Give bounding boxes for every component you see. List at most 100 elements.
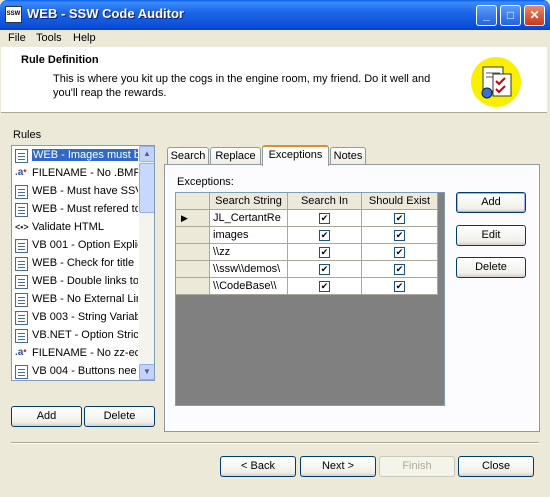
row-header[interactable] — [176, 244, 210, 261]
delete-exception-button[interactable]: Delete — [456, 257, 526, 278]
checkbox-checked-icon[interactable]: ✔ — [319, 281, 330, 292]
list-item-label: VB 004 - Buttons nee — [32, 365, 137, 377]
title-bar[interactable]: SSW WEB - SSW Code Auditor _ □ ✕ — [0, 0, 550, 30]
cell-should-exist[interactable]: ✔ — [362, 278, 438, 295]
cell-search-string[interactable]: \\CodeBase\\ — [210, 278, 288, 295]
filename-icon: .a* — [15, 347, 27, 358]
list-item[interactable]: <•> Validate HTML — [12, 219, 138, 237]
list-item-label: WEB - No External Lin — [32, 293, 138, 305]
current-row-arrow-icon: ▶ — [181, 213, 188, 223]
list-item[interactable]: WEB - Check for title — [12, 255, 138, 273]
document-icon — [15, 185, 28, 199]
checkbox-checked-icon[interactable]: ✔ — [319, 213, 330, 224]
menu-tools[interactable]: Tools — [36, 32, 62, 44]
row-header[interactable] — [176, 278, 210, 295]
checkbox-checked-icon[interactable]: ✔ — [394, 281, 405, 292]
list-item[interactable]: WEB - No External Lin — [12, 291, 138, 309]
list-item[interactable]: WEB - Must have SSV — [12, 183, 138, 201]
checkbox-checked-icon[interactable]: ✔ — [394, 230, 405, 241]
list-item[interactable]: .a* FILENAME - No .BMP — [12, 165, 138, 183]
checkbox-checked-icon[interactable]: ✔ — [394, 264, 405, 275]
menu-file[interactable]: File — [8, 32, 26, 44]
rules-scrollbar[interactable]: ▲ ▼ — [139, 146, 154, 380]
cell-search-string[interactable]: \\zz — [210, 244, 288, 261]
cell-should-exist[interactable]: ✔ — [362, 227, 438, 244]
cell-search-in[interactable]: ✔ — [288, 261, 362, 278]
main-window: SSW WEB - SSW Code Auditor _ □ ✕ File To… — [0, 0, 550, 497]
list-item-label: WEB - Check for title — [32, 257, 135, 269]
finish-button[interactable]: Finish — [379, 456, 455, 477]
row-header[interactable] — [176, 227, 210, 244]
maximize-button[interactable]: □ — [500, 5, 521, 26]
tab-search[interactable]: Search — [167, 147, 209, 165]
checkbox-checked-icon[interactable]: ✔ — [394, 247, 405, 258]
list-item[interactable]: .a* FILENAME - No zz-ec — [12, 345, 138, 363]
cell-search-string[interactable]: images — [210, 227, 288, 244]
row-header[interactable] — [176, 261, 210, 278]
cell-search-in[interactable]: ✔ — [288, 278, 362, 295]
minimize-button[interactable]: _ — [476, 5, 497, 26]
menu-help[interactable]: Help — [73, 32, 96, 44]
document-icon — [15, 365, 28, 379]
list-item-label: VB 003 - String Variab — [32, 311, 138, 323]
document-icon — [15, 293, 28, 307]
edit-exception-button[interactable]: Edit — [456, 225, 526, 246]
close-button[interactable]: Close — [458, 456, 534, 477]
add-rule-button[interactable]: Add — [11, 406, 82, 427]
rules-list[interactable]: WEB - Images must be .a* FILENAME - No .… — [11, 145, 155, 381]
checkbox-checked-icon[interactable]: ✔ — [319, 247, 330, 258]
checkbox-checked-icon[interactable]: ✔ — [394, 213, 405, 224]
exceptions-grid[interactable]: Search String Search In Should Exist ▶ J… — [175, 192, 445, 406]
tab-replace[interactable]: Replace — [210, 147, 261, 165]
cell-should-exist[interactable]: ✔ — [362, 261, 438, 278]
column-header-search-in[interactable]: Search In — [288, 193, 362, 210]
cell-search-in[interactable]: ✔ — [288, 227, 362, 244]
column-header-should-exist[interactable]: Should Exist — [362, 193, 438, 210]
row-header[interactable]: ▶ — [176, 210, 210, 227]
page-title: Rule Definition — [21, 54, 99, 66]
checkbox-checked-icon[interactable]: ✔ — [319, 264, 330, 275]
window-title: WEB - SSW Code Auditor — [27, 6, 184, 21]
app-icon[interactable]: SSW — [5, 6, 22, 23]
divider — [11, 442, 539, 444]
document-icon — [15, 275, 28, 289]
back-button[interactable]: < Back — [220, 456, 296, 477]
close-window-button[interactable]: ✕ — [524, 5, 545, 26]
document-icon — [15, 203, 28, 217]
document-icon — [15, 239, 28, 253]
tab-exceptions[interactable]: Exceptions — [262, 145, 329, 166]
tab-notes[interactable]: Notes — [330, 147, 366, 165]
cell-should-exist[interactable]: ✔ — [362, 244, 438, 261]
html-icon: <•> — [15, 222, 29, 232]
menu-bar: File Tools Help — [0, 30, 550, 47]
cell-search-in[interactable]: ✔ — [288, 244, 362, 261]
list-item[interactable]: VB 003 - String Variab — [12, 309, 138, 327]
delete-rule-button[interactable]: Delete — [84, 406, 155, 427]
scroll-up-icon[interactable]: ▲ — [139, 146, 154, 162]
next-button[interactable]: Next > — [300, 456, 376, 477]
document-icon — [15, 311, 28, 325]
list-item[interactable]: WEB - Double links to — [12, 273, 138, 291]
list-item-label: WEB - Double links to — [32, 275, 138, 287]
exceptions-label: Exceptions: — [177, 176, 234, 188]
wizard-header: Rule Definition This is where you kit up… — [1, 47, 547, 113]
document-icon — [15, 149, 28, 163]
cell-search-string[interactable]: \\ssw\\demos\ — [210, 261, 288, 278]
add-exception-button[interactable]: Add — [456, 192, 526, 213]
list-item[interactable]: WEB - Must refered to — [12, 201, 138, 219]
checkbox-checked-icon[interactable]: ✔ — [319, 230, 330, 241]
cell-search-in[interactable]: ✔ — [288, 210, 362, 227]
list-item-label: Validate HTML — [32, 221, 104, 233]
grid-corner — [176, 193, 210, 210]
list-item[interactable]: VB 001 - Option Explic — [12, 237, 138, 255]
cell-should-exist[interactable]: ✔ — [362, 210, 438, 227]
document-icon — [15, 329, 28, 343]
scroll-down-icon[interactable]: ▼ — [139, 364, 154, 380]
scroll-thumb[interactable] — [139, 163, 154, 213]
column-header-search-string[interactable]: Search String — [210, 193, 288, 210]
list-item[interactable]: VB.NET - Option Stric — [12, 327, 138, 345]
list-item[interactable]: WEB - Images must be — [12, 147, 138, 165]
list-item-label: WEB - Must have SSV — [32, 185, 138, 197]
cell-search-string[interactable]: JL_CertantRe — [210, 210, 288, 227]
list-item[interactable]: VB 004 - Buttons nee — [12, 363, 138, 380]
